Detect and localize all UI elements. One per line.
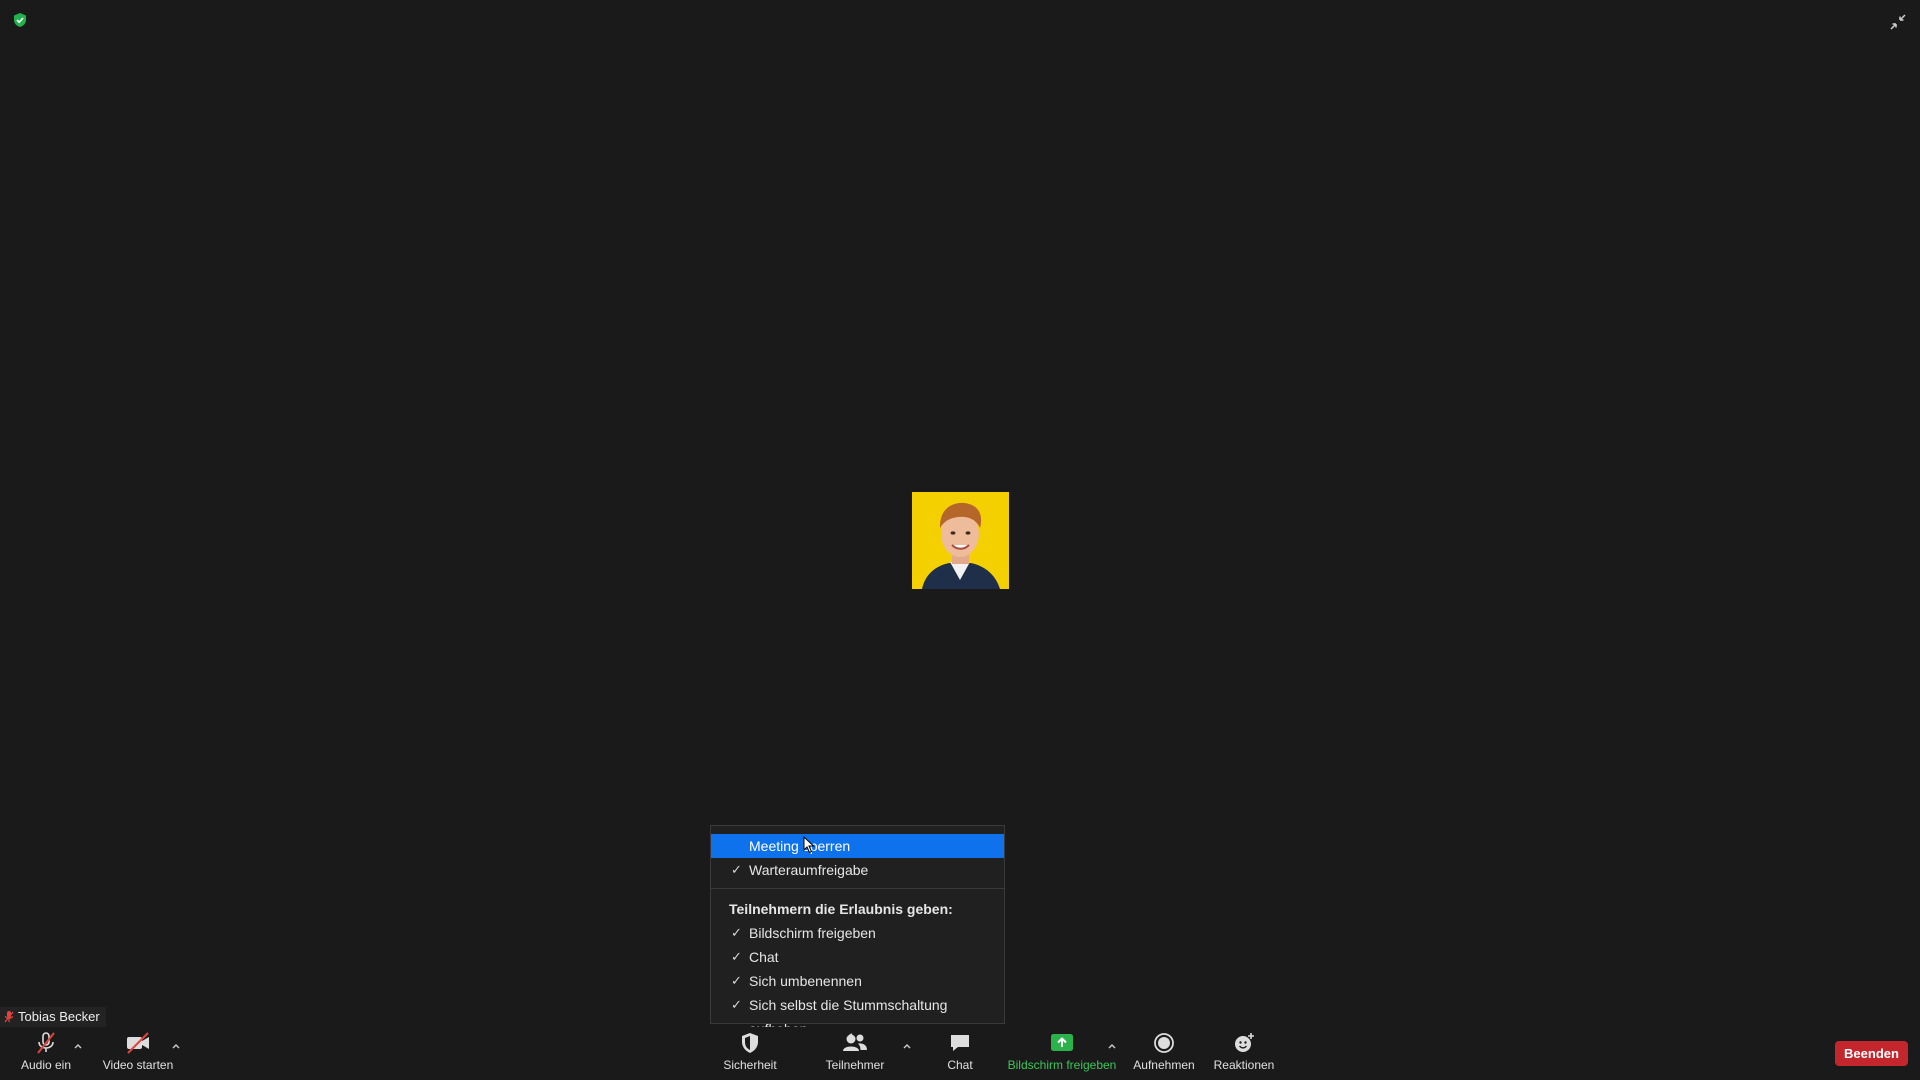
menu-item-waiting-room[interactable]: ✓ Warteraumfreigabe xyxy=(711,858,1004,882)
participants-icon xyxy=(843,1034,867,1051)
check-icon: ✓ xyxy=(731,973,742,988)
record-button[interactable]: Aufnehmen xyxy=(1131,1031,1197,1077)
video-label: Video starten xyxy=(102,1058,174,1072)
menu-item-label: Bildschirm freigeben xyxy=(749,925,876,941)
security-menu: Meeting sperren ✓ Warteraumfreigabe Teil… xyxy=(710,825,1005,1037)
menu-item-rename[interactable]: ✓ Sich umbenennen xyxy=(711,969,1004,993)
video-options-caret-icon[interactable] xyxy=(171,1037,181,1049)
security-button[interactable]: Sicherheit xyxy=(720,1031,780,1077)
permissions-heading: Teilnehmern die Erlaubnis geben: xyxy=(729,901,953,917)
menu-item-label: Sich umbenennen xyxy=(749,973,862,989)
muted-mic-icon xyxy=(4,1011,14,1023)
participants-button[interactable]: 1 Teilnehmer xyxy=(822,1031,888,1077)
video-button[interactable]: Video starten xyxy=(102,1031,174,1077)
share-screen-label: Bildschirm freigeben xyxy=(1007,1058,1117,1072)
security-label: Sicherheit xyxy=(723,1058,777,1072)
security-shield-icon xyxy=(742,1033,758,1053)
menu-item-unmute-self[interactable]: ✓ Sich selbst die Stummschaltung aufhebe… xyxy=(711,993,1004,1037)
menu-item-label: Warteraumfreigabe xyxy=(749,862,869,878)
share-options-caret-icon[interactable] xyxy=(1107,1037,1117,1049)
menu-item-lock-meeting[interactable]: Meeting sperren xyxy=(711,834,1004,858)
share-screen-icon xyxy=(1051,1034,1073,1051)
menu-item-share-screen[interactable]: ✓ Bildschirm freigeben xyxy=(711,921,1004,945)
check-icon: ✓ xyxy=(731,949,742,964)
participant-avatar xyxy=(912,492,1009,589)
record-icon xyxy=(1154,1033,1174,1053)
check-icon: ✓ xyxy=(731,925,742,940)
menu-divider xyxy=(711,888,1004,889)
exit-fullscreen-icon[interactable] xyxy=(1888,12,1908,32)
reactions-button[interactable]: Reaktionen xyxy=(1212,1031,1276,1077)
participant-name: Tobias Becker xyxy=(18,1009,100,1024)
encryption-shield-icon[interactable] xyxy=(12,12,28,28)
video-off-icon xyxy=(127,1032,149,1054)
share-screen-button[interactable]: Bildschirm freigeben xyxy=(1005,1031,1119,1077)
chat-label: Chat xyxy=(947,1058,973,1072)
participants-options-caret-icon[interactable] xyxy=(902,1037,912,1049)
audio-label: Audio ein xyxy=(20,1058,72,1072)
chat-bubble-icon xyxy=(951,1035,969,1051)
check-icon: ✓ xyxy=(731,862,742,877)
menu-item-label: Chat xyxy=(749,949,779,965)
participant-name-tag: Tobias Becker xyxy=(0,1007,106,1027)
check-icon: ✓ xyxy=(731,997,742,1012)
chat-button[interactable]: Chat xyxy=(940,1031,980,1077)
mouse-cursor-icon xyxy=(803,835,815,854)
participants-count: 1 xyxy=(848,1031,855,1045)
menu-item-label: Meeting sperren xyxy=(749,838,851,854)
meeting-toolbar: Audio ein Video starten Sicherheit 1 Tei… xyxy=(0,1027,1920,1080)
audio-button[interactable]: Audio ein xyxy=(18,1031,74,1077)
reactions-smiley-icon xyxy=(1235,1033,1254,1052)
reactions-label: Reaktionen xyxy=(1213,1058,1275,1072)
muted-microphone-icon xyxy=(37,1032,55,1054)
end-meeting-button[interactable]: Beenden xyxy=(1835,1041,1908,1066)
meeting-window: Meeting sperren ✓ Warteraumfreigabe Teil… xyxy=(0,0,1920,1080)
menu-item-chat[interactable]: ✓ Chat xyxy=(711,945,1004,969)
record-label: Aufnehmen xyxy=(1133,1058,1195,1072)
audio-options-caret-icon[interactable] xyxy=(73,1037,83,1049)
participants-label: Teilnehmer xyxy=(825,1058,885,1072)
